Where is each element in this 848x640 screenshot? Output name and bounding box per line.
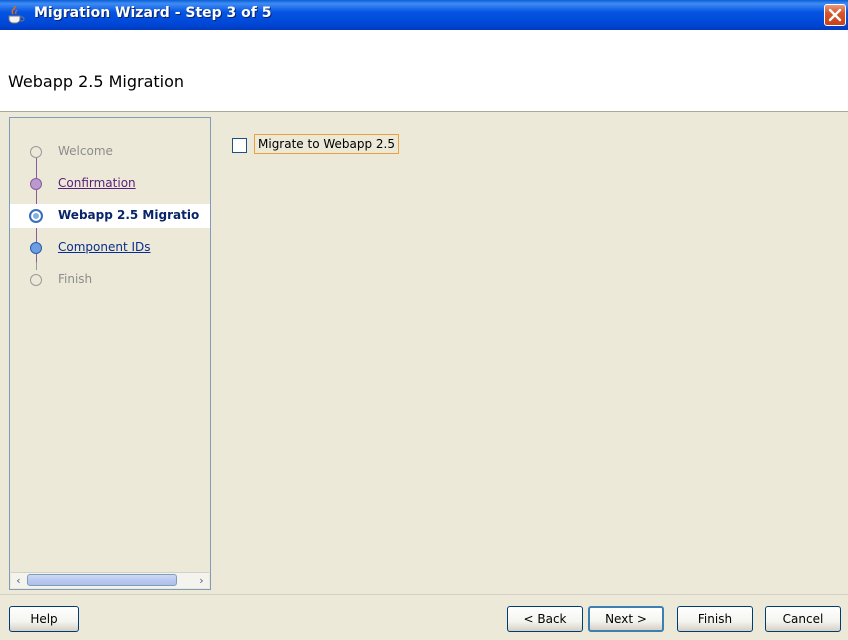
- step-label: Finish: [58, 272, 93, 286]
- next-button[interactable]: Next >: [588, 606, 664, 632]
- step-welcome: Welcome: [10, 140, 210, 164]
- back-button[interactable]: < Back: [507, 606, 583, 632]
- step-confirmation[interactable]: Confirmation: [10, 172, 210, 196]
- step-dot-icon: [29, 209, 43, 223]
- step-dot-icon: [30, 274, 42, 286]
- step-dot-icon: [30, 146, 42, 158]
- step-dot-icon: [30, 178, 42, 190]
- java-cup-icon: [8, 6, 25, 24]
- step-dot-icon: [30, 242, 42, 254]
- step-webapp-migration[interactable]: Webapp 2.5 Migratio: [10, 204, 210, 228]
- scroll-right-icon[interactable]: ›: [194, 573, 209, 588]
- close-icon: [828, 8, 842, 22]
- title-bar[interactable]: Migration Wizard - Step 3 of 5: [0, 0, 848, 30]
- close-button[interactable]: [824, 4, 846, 26]
- migrate-checkbox-label[interactable]: Migrate to Webapp 2.5: [254, 134, 400, 154]
- step-label: Welcome: [58, 144, 113, 158]
- step-label[interactable]: Component IDs: [58, 240, 151, 254]
- migrate-checkbox[interactable]: [232, 138, 247, 153]
- footer-divider: [0, 594, 848, 595]
- page-title: Webapp 2.5 Migration: [8, 72, 185, 91]
- step-finish: Finish: [10, 268, 210, 292]
- finish-button[interactable]: Finish: [677, 606, 753, 632]
- wizard-window: Migration Wizard - Step 3 of 5 Webapp 2.…: [0, 0, 848, 640]
- content-panel: [214, 112, 848, 590]
- scroll-left-icon[interactable]: ‹: [11, 573, 26, 588]
- step-component-ids[interactable]: Component IDs: [10, 236, 210, 260]
- help-button[interactable]: Help: [9, 606, 79, 632]
- horizontal-scrollbar[interactable]: ‹ ›: [11, 572, 209, 588]
- step-navigator: Welcome Confirmation Webapp 2.5 Migratio…: [9, 117, 211, 590]
- wizard-header: Webapp 2.5 Migration: [0, 30, 848, 112]
- cancel-button[interactable]: Cancel: [765, 606, 841, 632]
- step-label: Webapp 2.5 Migratio: [58, 208, 200, 222]
- scrollbar-thumb[interactable]: [27, 574, 177, 586]
- window-title: Migration Wizard - Step 3 of 5: [34, 5, 272, 21]
- step-label[interactable]: Confirmation: [58, 176, 136, 190]
